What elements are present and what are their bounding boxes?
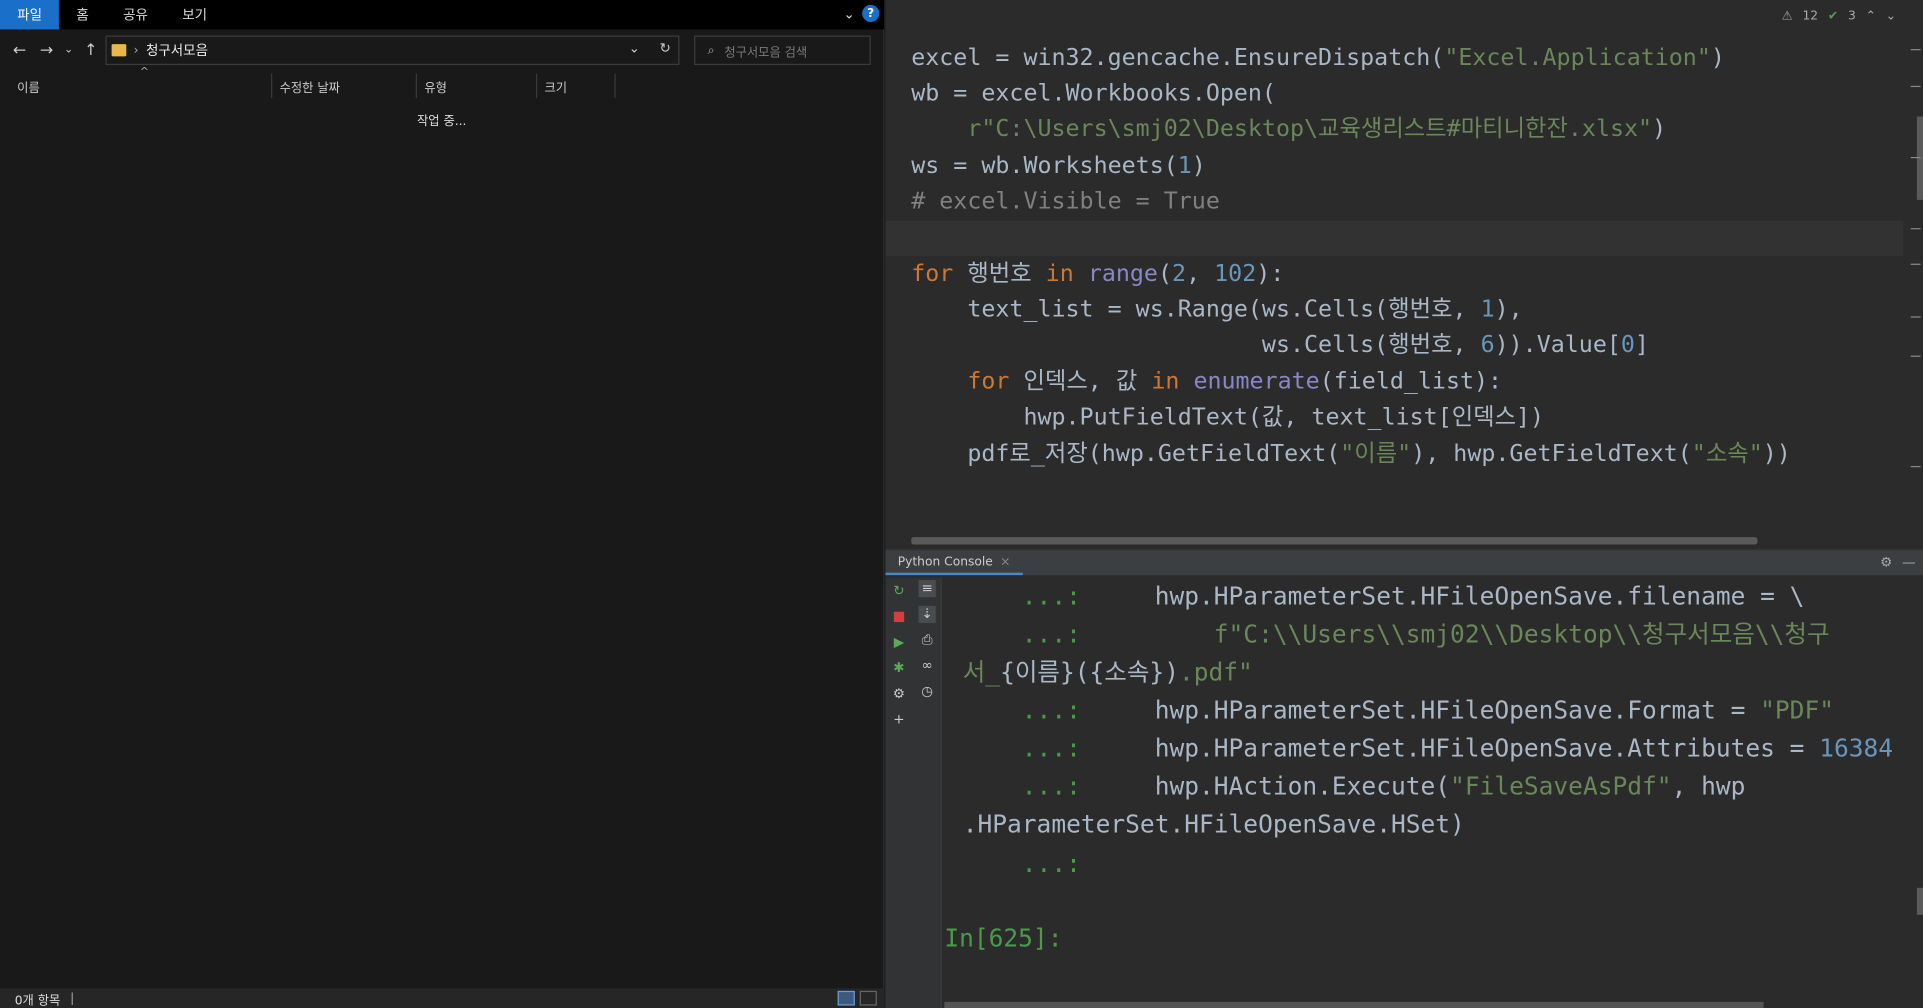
code-line: ws.Cells(행번호, 6)).Value[0] — [911, 331, 1649, 359]
address-bar[interactable]: › 청구서모음 ⌄ ↻ — [105, 35, 680, 65]
address-dropdown-icon[interactable]: ⌄ — [629, 40, 640, 56]
search-icon: ⌕ — [707, 43, 715, 58]
console-prompt[interactable]: In[625]: — [944, 920, 1062, 958]
add-icon[interactable]: + — [890, 711, 907, 728]
column-header-name[interactable]: 이름 ^ — [10, 66, 273, 99]
rerun-icon[interactable]: ↻ — [890, 582, 907, 599]
minimize-icon[interactable]: — — [1902, 554, 1915, 570]
history-icon[interactable]: ◷ — [919, 683, 936, 700]
gear-icon[interactable]: ⚙ — [1880, 554, 1892, 570]
code-line: r"C:\Users\smj02\Desktop\교육생리스트#마티니한잔.xl… — [911, 115, 1667, 143]
check-icon: ✔ — [1827, 9, 1839, 24]
help-icon[interactable]: ? — [862, 4, 880, 23]
ok-count: 3 — [1847, 9, 1856, 24]
back-icon[interactable]: ← — [6, 41, 33, 59]
warning-icon: ⚠ — [1781, 9, 1793, 24]
console-line: ...: hwp.HParameterSet.HFileOpenSave.Att… — [962, 733, 1894, 763]
ribbon-tab-file[interactable]: 파일 — [0, 0, 60, 30]
console-line: .HParameterSet.HFileOpenSave.HSet) — [962, 809, 1465, 839]
code-editor[interactable]: ⚠ 12 ✔ 3 ⌃ ⌄ excel = win32.gencache.Ensure… — [885, 0, 1923, 550]
console-tab-bar: Python Console × ⚙ — — [885, 550, 1923, 576]
console-line: ...: hwp.HParameterSet.HFileOpenSave.fil… — [962, 581, 1805, 611]
status-separator: | — [70, 991, 75, 1005]
item-count: 0개 항목 — [14, 993, 61, 1008]
close-icon[interactable]: × — [1000, 555, 1010, 568]
large-icons-view-icon[interactable] — [859, 990, 877, 1006]
console-toolbar: ↻ ≡ ■ ⇣ ▶ ⎙ ✱ ∞ ⚙ ◷ + — [885, 577, 942, 1008]
stop-icon[interactable]: ■ — [890, 608, 907, 625]
up-icon[interactable]: ↑ — [77, 41, 104, 59]
loading-text: 작업 중... — [416, 115, 467, 129]
execute-icon[interactable]: ▶ — [890, 634, 907, 651]
code-line: excel = win32.gencache.EnsureDispatch("E… — [911, 44, 1725, 72]
show-variables-icon[interactable]: ∞ — [919, 657, 936, 674]
code-line: # excel.Visible = True — [911, 187, 1220, 215]
tab-python-console[interactable]: Python Console × — [885, 551, 1023, 576]
forward-icon[interactable]: → — [33, 41, 60, 59]
code-line: wb = excel.Workbooks.Open( — [911, 79, 1276, 107]
code-line: pdf로_저장(hwp.GetFieldText("이름"), hwp.GetF… — [911, 440, 1791, 468]
settings-icon[interactable]: ⚙ — [890, 686, 907, 703]
console-horizontal-scrollbar[interactable] — [944, 1001, 1764, 1008]
code-line: for 인덱스, 값 in enumerate(field_list): — [967, 367, 1503, 395]
warning-count: 12 — [1802, 9, 1819, 24]
search-placeholder: 청구서모음 검색 — [724, 45, 808, 60]
refresh-icon[interactable]: ↻ — [660, 40, 671, 56]
ribbon-tab-share[interactable]: 공유 — [106, 0, 165, 29]
column-label: 수정한 날짜 — [279, 81, 340, 96]
code-line: text_list = ws.Range(ws.Cells(행번호, 1), — [911, 295, 1523, 323]
sort-ascending-icon: ^ — [139, 66, 150, 79]
console-vertical-scrollbar[interactable] — [1916, 887, 1923, 915]
column-label: 크기 — [544, 81, 568, 96]
console-line: 서_{이름}({소속}).pdf" — [962, 657, 1253, 687]
console-line: ...: f"C:\\Users\\smj02\\Desktop\\청구서모음\… — [962, 619, 1830, 649]
code-line: for 행번호 in range(2, 102): — [911, 259, 1285, 287]
soft-wrap-icon[interactable]: ≡ — [918, 580, 936, 598]
column-header-modified[interactable]: 수정한 날짜 — [272, 73, 417, 99]
code-line: hwp.PutFieldText(값, text_list[인덱스]) — [911, 403, 1545, 431]
column-label: 이름 — [17, 81, 40, 96]
recent-chevron-icon[interactable]: ⌄ — [60, 44, 77, 56]
column-header-type[interactable]: 유형 — [417, 73, 538, 99]
navigation-bar: ← → ⌄ ↑ › 청구서모음 ⌄ ↻ ⌕ 청구서모음 검색 — [0, 32, 884, 69]
inspection-widget[interactable]: ⚠ 12 ✔ 3 ⌃ ⌄ — [1782, 10, 1896, 23]
folder-icon — [111, 44, 127, 57]
ribbon-tab-view[interactable]: 보기 — [165, 0, 224, 29]
ribbon: 파일 홈 공유 보기 ⌄ ? — [0, 0, 885, 30]
chevron-down-icon[interactable]: ⌄ — [1886, 10, 1896, 23]
file-explorer: 파일 홈 공유 보기 ⌄ ? ← → ⌄ ↑ › 청구서모음 ⌄ ↻ ⌕ 청구서… — [0, 0, 885, 1008]
code-line: ws = wb.Worksheets(1) — [911, 152, 1206, 180]
status-bar: 0개 항목 | — [0, 988, 885, 1008]
ribbon-tab-home[interactable]: 홈 — [59, 0, 106, 29]
column-label: 유형 — [424, 81, 447, 96]
expand-ribbon-icon[interactable]: ⌄ — [843, 6, 854, 22]
chevron-up-icon[interactable]: ⌃ — [1866, 10, 1876, 23]
horizontal-scrollbar[interactable] — [911, 537, 1758, 545]
search-input[interactable]: ⌕ 청구서모음 검색 — [694, 35, 871, 65]
console-line: ...: hwp.HParameterSet.HFileOpenSave.For… — [962, 695, 1835, 725]
print-icon[interactable]: ⎙ — [919, 632, 936, 649]
details-view-icon[interactable] — [837, 990, 855, 1006]
debug-icon[interactable]: ✱ — [890, 660, 907, 677]
breadcrumb-separator-icon: › — [133, 43, 139, 58]
tab-label: Python Console — [897, 554, 993, 569]
python-console[interactable]: Python Console × ⚙ — ↻ ≡ ■ ⇣ ▶ ⎙ ✱ ∞ ⚙ ◷… — [885, 549, 1923, 1008]
console-line: ...: — [962, 848, 1081, 879]
column-header-size[interactable]: 크기 — [537, 73, 616, 99]
scroll-to-end-icon[interactable]: ⇣ — [918, 605, 936, 623]
console-line: ...: hwp.HAction.Execute("FileSaveAsPdf"… — [962, 771, 1746, 801]
current-line-highlight — [885, 220, 1904, 257]
breadcrumb-current[interactable]: 청구서모음 — [146, 40, 208, 60]
